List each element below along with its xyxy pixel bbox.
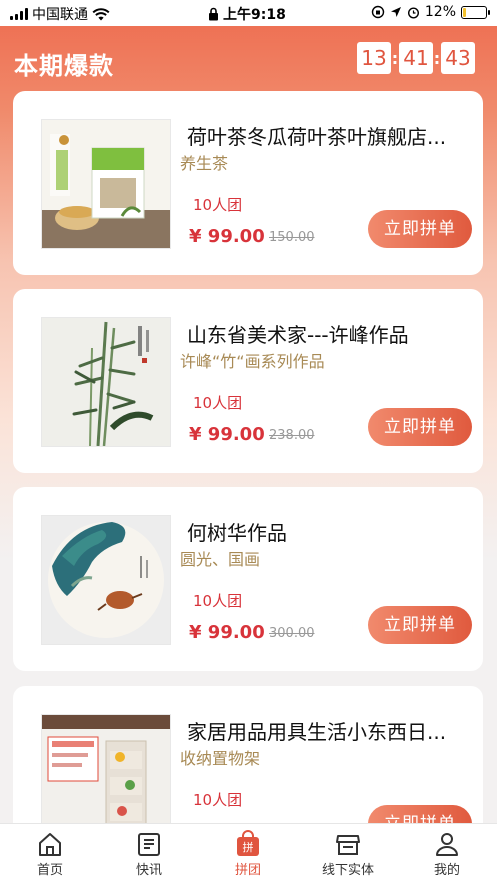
lock-icon (209, 7, 218, 21)
countdown-separator: : (391, 48, 399, 68)
group-price: ¥ 99.00 (189, 226, 265, 247)
product-image (41, 714, 171, 823)
tab-label: 我的 (433, 863, 460, 878)
group-size-label: 10人团 (193, 196, 243, 214)
product-subtitle: 圆光、国画 (180, 550, 261, 569)
svg-text:拼: 拼 (243, 840, 254, 854)
group-size-label: 10人团 (193, 394, 243, 412)
status-bar: 中国联通 上午9:18 12% (0, 0, 497, 26)
tab-home[interactable]: 首页 (0, 824, 100, 883)
alarm-icon (407, 6, 419, 19)
location-icon (390, 7, 401, 17)
battery-icon (461, 5, 490, 19)
product-subtitle: 许峰“竹“画系列作品 (180, 352, 325, 371)
countdown-seconds: 43 (441, 42, 475, 74)
join-group-button[interactable]: 立即拼单 (368, 210, 472, 248)
join-group-button[interactable]: 立即拼单 (368, 408, 472, 446)
countdown-timer: 13 : 41 : 43 (357, 42, 475, 74)
news-icon (138, 833, 160, 856)
tab-mine[interactable]: 我的 (397, 824, 497, 883)
product-name[interactable]: 家居用品用具生活小东西日... (187, 716, 477, 745)
group-buy-icon: 拼 (237, 830, 259, 856)
battery-percent: 12% (424, 4, 456, 20)
product-image (41, 317, 171, 447)
countdown-minutes: 41 (399, 42, 433, 74)
product-card[interactable]: 何树华作品 圆光、国画 10人团 ¥ 99.00 300.00 立即拼单 (13, 487, 483, 671)
tab-label: 线下实体 (321, 863, 374, 878)
tab-label: 快讯 (135, 863, 162, 878)
product-name[interactable]: 山东省美术家---许峰作品 (187, 319, 477, 348)
user-icon (436, 833, 458, 856)
bottom-tab-bar: 首页 快讯 拼 拼团 线下实体 我的 (0, 823, 497, 883)
tab-offline-store[interactable]: 线下实体 (298, 824, 398, 883)
store-icon (336, 835, 360, 855)
home-icon (39, 833, 61, 856)
clock: 上午9:18 (223, 7, 286, 23)
page-title: 本期爆款 (14, 52, 114, 80)
original-price: 150.00 (269, 230, 315, 245)
join-group-button[interactable]: 立即拼单 (368, 805, 472, 823)
group-size-label: 10人团 (193, 791, 243, 809)
product-card[interactable]: 山东省美术家---许峰作品 许峰“竹“画系列作品 10人团 ¥ 99.00 23… (13, 289, 483, 473)
tab-label: 拼团 (234, 863, 261, 878)
product-image (41, 515, 171, 645)
signal-icon (10, 8, 28, 20)
product-card[interactable]: 荷叶茶冬瓜荷叶茶叶旗舰店... 养生茶 10人团 ¥ 99.00 150.00 … (13, 91, 483, 275)
original-price: 238.00 (269, 428, 315, 443)
page-header: 本期爆款 13 : 41 : 43 (0, 26, 497, 90)
countdown-hours: 13 (357, 42, 391, 74)
tab-news[interactable]: 快讯 (99, 824, 199, 883)
countdown-separator: : (433, 48, 441, 68)
tab-group-buy[interactable]: 拼 拼团 (198, 824, 298, 883)
group-size-label: 10人团 (193, 592, 243, 610)
original-price: 300.00 (269, 626, 315, 641)
join-group-button[interactable]: 立即拼单 (368, 606, 472, 644)
wifi-icon (92, 7, 110, 20)
group-price: ¥ 99.00 (189, 424, 265, 445)
product-name[interactable]: 何树华作品 (187, 517, 477, 546)
carrier-label: 中国联通 (32, 7, 88, 23)
product-subtitle: 养生茶 (180, 154, 229, 173)
product-card[interactable]: 家居用品用具生活小东西日... 收纳置物架 10人团 立即拼单 (13, 686, 483, 823)
product-name[interactable]: 荷叶茶冬瓜荷叶茶叶旗舰店... (187, 121, 477, 150)
group-price: ¥ 99.00 (189, 622, 265, 643)
product-list[interactable]: 荷叶茶冬瓜荷叶茶叶旗舰店... 养生茶 10人团 ¥ 99.00 150.00 … (13, 91, 483, 823)
product-image (41, 119, 171, 249)
tab-label: 首页 (36, 863, 63, 878)
product-subtitle: 收纳置物架 (180, 749, 261, 768)
rotation-lock-icon (371, 5, 385, 19)
